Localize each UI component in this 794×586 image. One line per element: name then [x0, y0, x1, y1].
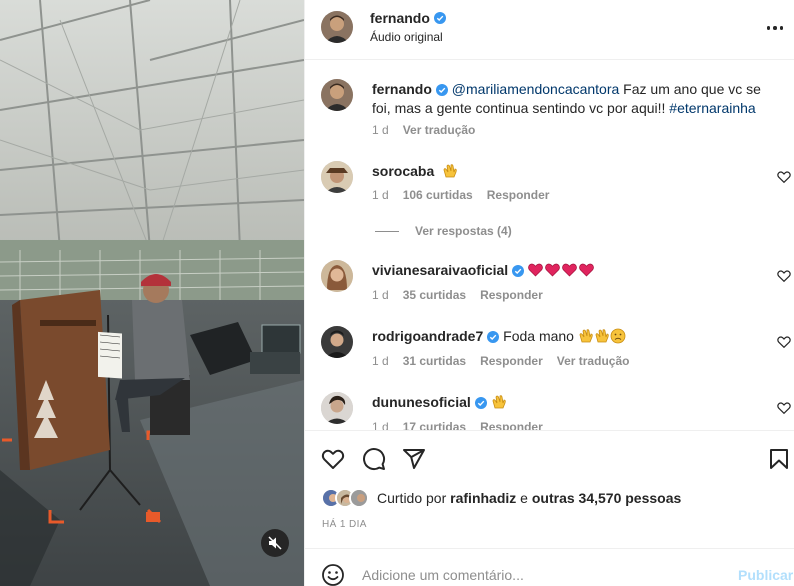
comment-author[interactable]: vivianesaraivaoficial: [372, 262, 508, 278]
reply-button[interactable]: Responder: [480, 288, 543, 302]
clapping-hands-emoji-icon: [492, 395, 506, 409]
clapping-hands-emoji-icon: [443, 164, 457, 178]
comment-body: Foda mano: [503, 328, 578, 344]
comment-time[interactable]: 1 d: [372, 123, 389, 137]
clapping-hands-emoji-icon: [579, 329, 593, 343]
comment-icon[interactable]: [362, 447, 386, 471]
avatar-image: [321, 161, 353, 193]
liked-by-user[interactable]: rafinhadiz: [450, 490, 516, 506]
comment-text: rodrigoandrade7 Foda mano: [372, 327, 762, 346]
bookmark-icon[interactable]: [767, 447, 791, 471]
comment-likes[interactable]: 106 curtidas: [403, 188, 473, 202]
comment-heart-icon[interactable]: [777, 269, 791, 283]
mention-link[interactable]: @mariliamendoncacantora: [452, 81, 620, 97]
translate-link[interactable]: Ver tradução: [403, 123, 476, 137]
muted-speaker-icon: [268, 536, 282, 550]
avatar[interactable]: [321, 260, 353, 292]
comment-likes[interactable]: 31 curtidas: [403, 354, 466, 368]
more-dot: [773, 26, 777, 30]
red-heart-emoji-icon: [562, 263, 577, 277]
comment-meta: 1 d Ver tradução: [372, 123, 475, 137]
sad-face-emoji-icon: [610, 328, 626, 344]
caption-text: fernando @mariliamendoncacantora Faz um …: [372, 80, 762, 118]
comment-author[interactable]: fernando: [372, 81, 432, 97]
avatar[interactable]: [321, 392, 353, 424]
clapping-hands-emoji-icon: [595, 329, 609, 343]
comment-text: dununesoficial: [372, 393, 762, 412]
comment-heart-icon[interactable]: [777, 335, 791, 349]
replies-divider: [375, 230, 399, 232]
liked-by-prefix: Curtido por: [377, 490, 451, 506]
comment-composer: Publicar: [305, 548, 794, 586]
comment-meta: 1 d 17 curtidas Responder: [372, 420, 543, 430]
action-bar: [305, 430, 794, 486]
comment-heart-icon[interactable]: [777, 401, 791, 415]
avatar-image: [321, 260, 353, 292]
heart-icon[interactable]: [321, 447, 345, 471]
hashtag-link[interactable]: #eternarainha: [669, 100, 755, 116]
comment-time[interactable]: 1 d: [372, 420, 389, 430]
post-media[interactable]: [0, 0, 304, 586]
verified-badge-icon: [512, 265, 525, 278]
video-frame: [0, 0, 304, 586]
comment-author[interactable]: rodrigoandrade7: [372, 328, 483, 344]
red-heart-emoji-icon: [579, 263, 594, 277]
comment-likes[interactable]: 35 curtidas: [403, 288, 466, 302]
avatar-image: [321, 392, 353, 424]
share-icon[interactable]: [402, 447, 426, 471]
comment-likes[interactable]: 17 curtidas: [403, 420, 466, 430]
more-dot: [779, 26, 784, 30]
avatar[interactable]: [321, 161, 353, 193]
liker-avatar-image: [351, 490, 367, 506]
comment-text: sorocaba: [372, 162, 762, 181]
verified-badge-icon: [474, 397, 487, 410]
comment-time[interactable]: 1 d: [372, 354, 389, 368]
avatar[interactable]: [321, 11, 353, 43]
comments-list[interactable]: fernando @mariliamendoncacantora Faz um …: [305, 60, 794, 430]
avatar[interactable]: [321, 326, 353, 358]
comment-author[interactable]: dununesoficial: [372, 394, 471, 410]
comment-text: vivianesaraivaoficial: [372, 261, 762, 280]
red-heart-emoji-icon: [545, 263, 560, 277]
post-timestamp[interactable]: HÁ 1 DIA: [322, 519, 367, 530]
view-replies-button[interactable]: Ver respostas (4): [375, 224, 512, 238]
liked-by-middle: e: [516, 490, 532, 506]
red-heart-emoji-icon: [528, 263, 543, 277]
translate-link[interactable]: Ver tradução: [557, 354, 630, 368]
comment-heart-icon[interactable]: [777, 170, 791, 184]
verified-badge-icon: [435, 84, 448, 97]
liked-by-text: Curtido por rafinhadiz e outras 34,570 p…: [377, 490, 681, 506]
more-options-icon: [766, 26, 771, 30]
comment-meta: 1 d 31 curtidas Responder Ver tradução: [372, 354, 629, 368]
verified-badge-icon: [487, 331, 500, 344]
publish-button[interactable]: Publicar: [738, 567, 793, 583]
post-header: fernando Áudio original: [305, 0, 794, 60]
verified-badge-icon: [433, 12, 446, 24]
liked-by-others[interactable]: outras 34,570 pessoas: [532, 490, 681, 506]
avatar-image: [321, 326, 353, 358]
reply-button[interactable]: Responder: [480, 420, 543, 430]
avatar-image: [321, 79, 353, 111]
comment-time[interactable]: 1 d: [372, 288, 389, 302]
avatar[interactable]: [321, 79, 353, 111]
audio-label[interactable]: Áudio original: [370, 30, 443, 44]
emoji-icon[interactable]: [321, 563, 345, 586]
avatar: [349, 488, 369, 508]
comment-meta: 1 d 106 curtidas Responder: [372, 188, 549, 202]
post-sidebar: fernando Áudio original fernando @marili…: [304, 0, 794, 586]
more-options-button[interactable]: [763, 18, 787, 38]
reply-button[interactable]: Responder: [480, 354, 543, 368]
avatar-image: [321, 11, 353, 43]
author-name[interactable]: fernando: [370, 10, 430, 26]
reply-button[interactable]: Responder: [487, 188, 550, 202]
mute-button[interactable]: [261, 529, 289, 557]
author-username[interactable]: fernando: [370, 10, 446, 26]
view-replies-label[interactable]: Ver respostas (4): [415, 224, 512, 238]
liked-by[interactable]: Curtido por rafinhadiz e outras 34,570 p…: [321, 487, 681, 509]
comment-input[interactable]: [362, 563, 722, 586]
comment-meta: 1 d 35 curtidas Responder: [372, 288, 543, 302]
comment-time[interactable]: 1 d: [372, 188, 389, 202]
comment-author[interactable]: sorocaba: [372, 163, 434, 179]
